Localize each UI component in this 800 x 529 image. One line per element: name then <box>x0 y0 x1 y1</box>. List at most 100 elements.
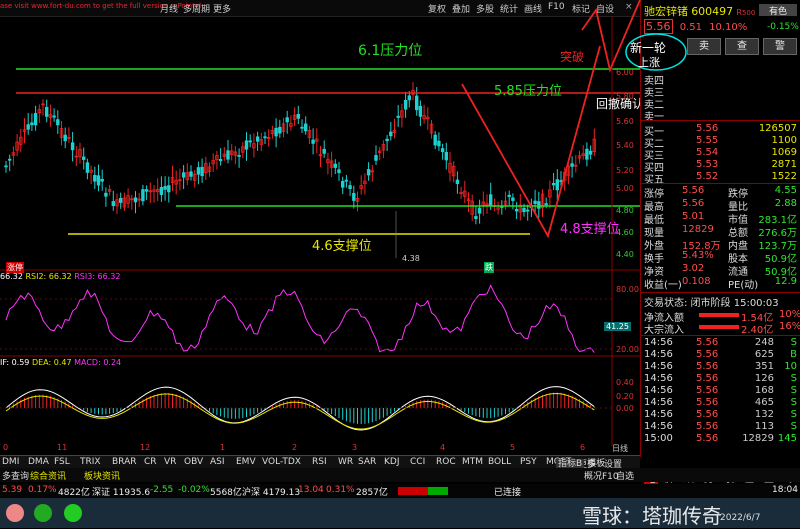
tab-watchlist[interactable]: 自选 <box>616 469 634 482</box>
toolbar-monthly[interactable]: 月线 <box>160 2 178 15</box>
bid-row[interactable]: 买二 5.55 1100 <box>644 135 799 150</box>
candle-body <box>585 148 589 160</box>
idx3-amount: 2857亿 <box>356 488 388 498</box>
indicator-tab[interactable]: CCI <box>410 457 425 467</box>
candle-body <box>433 134 437 146</box>
tick-price: 5.56 <box>696 433 719 444</box>
candle-body <box>366 169 371 176</box>
indicator-tab[interactable]: BRAR <box>112 457 136 467</box>
tick-flag: S <box>790 421 797 432</box>
toolbar-fuquan[interactable]: 复权 <box>428 2 446 15</box>
bid-row[interactable]: 买三 5.54 1069 <box>644 147 799 162</box>
indicator-tab[interactable]: MTM <box>462 457 483 467</box>
indicator-tab[interactable]: BOLL <box>488 457 511 467</box>
indicator-tab[interactable]: OBV <box>184 457 203 467</box>
candle-body <box>440 148 445 153</box>
app-icon[interactable] <box>6 504 24 522</box>
indicator-tab[interactable]: PSY <box>520 457 537 467</box>
indicator-tab[interactable]: VR <box>164 457 176 467</box>
bid-volume: 126507 <box>758 123 797 134</box>
indicator-tab[interactable]: TRIX <box>80 457 101 467</box>
indicator-tab[interactable]: ASI <box>210 457 225 467</box>
indicator-tab-bar: DMI DMA FSL TRIX BRAR CR VR OBV ASI EMV VOL-TDX RSI… <box>0 455 640 470</box>
candle-body <box>474 216 478 220</box>
sector-tag[interactable]: 有色 <box>759 4 797 17</box>
candle-body <box>93 174 97 182</box>
candle-body <box>526 209 530 212</box>
macd-axis: 0.20 <box>616 392 634 401</box>
tick-list: 14:56 5.56 248 S 14:56 5.56 625 B 14:56 5.… <box>644 337 799 445</box>
candle-body <box>45 106 49 117</box>
taskbar-date: 2022/6/7 <box>720 513 761 523</box>
toolbar-more[interactable]: 更多 <box>213 2 231 15</box>
alert-button[interactable]: 警 <box>763 38 797 55</box>
info-tab-bar: 多查询 综合资讯 板块资讯 概况F10 自选 <box>0 468 800 482</box>
bid-row[interactable]: 买五 5.52 1522 <box>644 171 799 186</box>
idx2-value: 深证 11935.6 <box>92 488 151 498</box>
x-tick: 11 <box>57 443 68 452</box>
rsi-line <box>5 284 595 353</box>
candle-body <box>322 148 326 154</box>
quote-value: 12.9 <box>774 276 797 287</box>
tab-query[interactable]: 多查询 <box>2 469 29 482</box>
indicator-tab[interactable]: VOL-TDX <box>262 457 301 467</box>
tick-row: 14:56 5.56 168 S <box>644 385 799 397</box>
tab-sector-news[interactable]: 板块资讯 <box>84 469 120 482</box>
candle-body <box>352 192 356 201</box>
fall-tag: 跌 <box>484 262 494 273</box>
quote-stats: 涨停 5.56 跌停 4.55 最高 5.56 量比 2.88 最低 5.01 市值… <box>644 185 799 291</box>
toolbar-stats[interactable]: 统计 <box>500 2 518 15</box>
quote-value: 5.56 <box>682 185 705 196</box>
view-button[interactable]: 查 <box>725 38 759 55</box>
indicator-tab[interactable]: DMA <box>28 457 49 467</box>
quote-row: 涨停 5.56 跌停 4.55 <box>644 185 799 200</box>
indicator-tab[interactable]: RSI <box>312 457 327 467</box>
candle-body <box>263 136 267 139</box>
candle-body <box>104 192 108 197</box>
indicator-tab[interactable]: EMV <box>236 457 256 467</box>
candle-body <box>522 207 526 213</box>
candle-body <box>200 166 204 177</box>
quote-row: 净资 3.02 流通 50.9亿 <box>644 263 799 278</box>
breakout-overlay: 新一轮 上涨 <box>581 0 687 73</box>
toolbar-multi-stock[interactable]: 多股 <box>476 2 494 15</box>
tick-price: 5.56 <box>696 373 719 384</box>
support-48-label: 4.8支撑位 <box>560 222 620 237</box>
indicator-tab[interactable]: DMI <box>2 457 19 467</box>
candle-body <box>488 194 493 206</box>
indicator-tab[interactable]: CR <box>144 457 157 467</box>
tab-f10[interactable]: 概况F10 <box>584 469 619 482</box>
taskbar: 雪球：塔珈传奇 2022/6/7 <box>0 498 800 528</box>
bid-price: 5.52 <box>696 171 719 182</box>
candle-body <box>437 140 441 147</box>
price-tick: 5.60 <box>616 117 634 126</box>
x-tick: 12 <box>140 443 151 452</box>
wechat-icon[interactable] <box>64 504 82 522</box>
candle-body <box>588 150 593 155</box>
macd-axis: 0.00 <box>616 404 634 413</box>
indicator-tab[interactable]: FSL <box>54 457 70 467</box>
bid-row[interactable]: 买一 5.56 126507 <box>644 123 799 138</box>
indicator-tab[interactable]: SAR <box>358 457 376 467</box>
indicator-tab[interactable]: WR <box>338 457 353 467</box>
quote-label: PE(动) <box>728 280 759 291</box>
candle-body <box>533 200 537 204</box>
candle-body <box>96 175 101 186</box>
toolbar-overlay[interactable]: 叠加 <box>452 2 470 15</box>
dea-line <box>5 393 595 430</box>
tab-news[interactable]: 综合资讯 <box>30 469 66 482</box>
browser-icon[interactable] <box>34 504 52 522</box>
idx1-value: 5.39 <box>2 485 23 495</box>
trade-stage: 交易状态: 闭市阶段 15:00:03 <box>644 298 779 309</box>
x-tick: 1 <box>220 443 226 452</box>
toolbar-multi-period[interactable]: 多周期 <box>183 2 210 15</box>
indicator-tab[interactable]: KDJ <box>384 457 400 467</box>
rsi-axis-mid: 20.00 <box>616 345 639 354</box>
candle-body <box>85 162 90 173</box>
indicator-tab[interactable]: ROC <box>436 457 456 467</box>
period-label[interactable]: 日线 <box>612 443 628 454</box>
price-tick: 5.40 <box>616 141 634 150</box>
tick-row: 14:56 5.56 351 10 <box>644 361 799 373</box>
quote-value: 5.43% <box>682 250 714 261</box>
bid-row[interactable]: 买四 5.53 2871 <box>644 159 799 174</box>
